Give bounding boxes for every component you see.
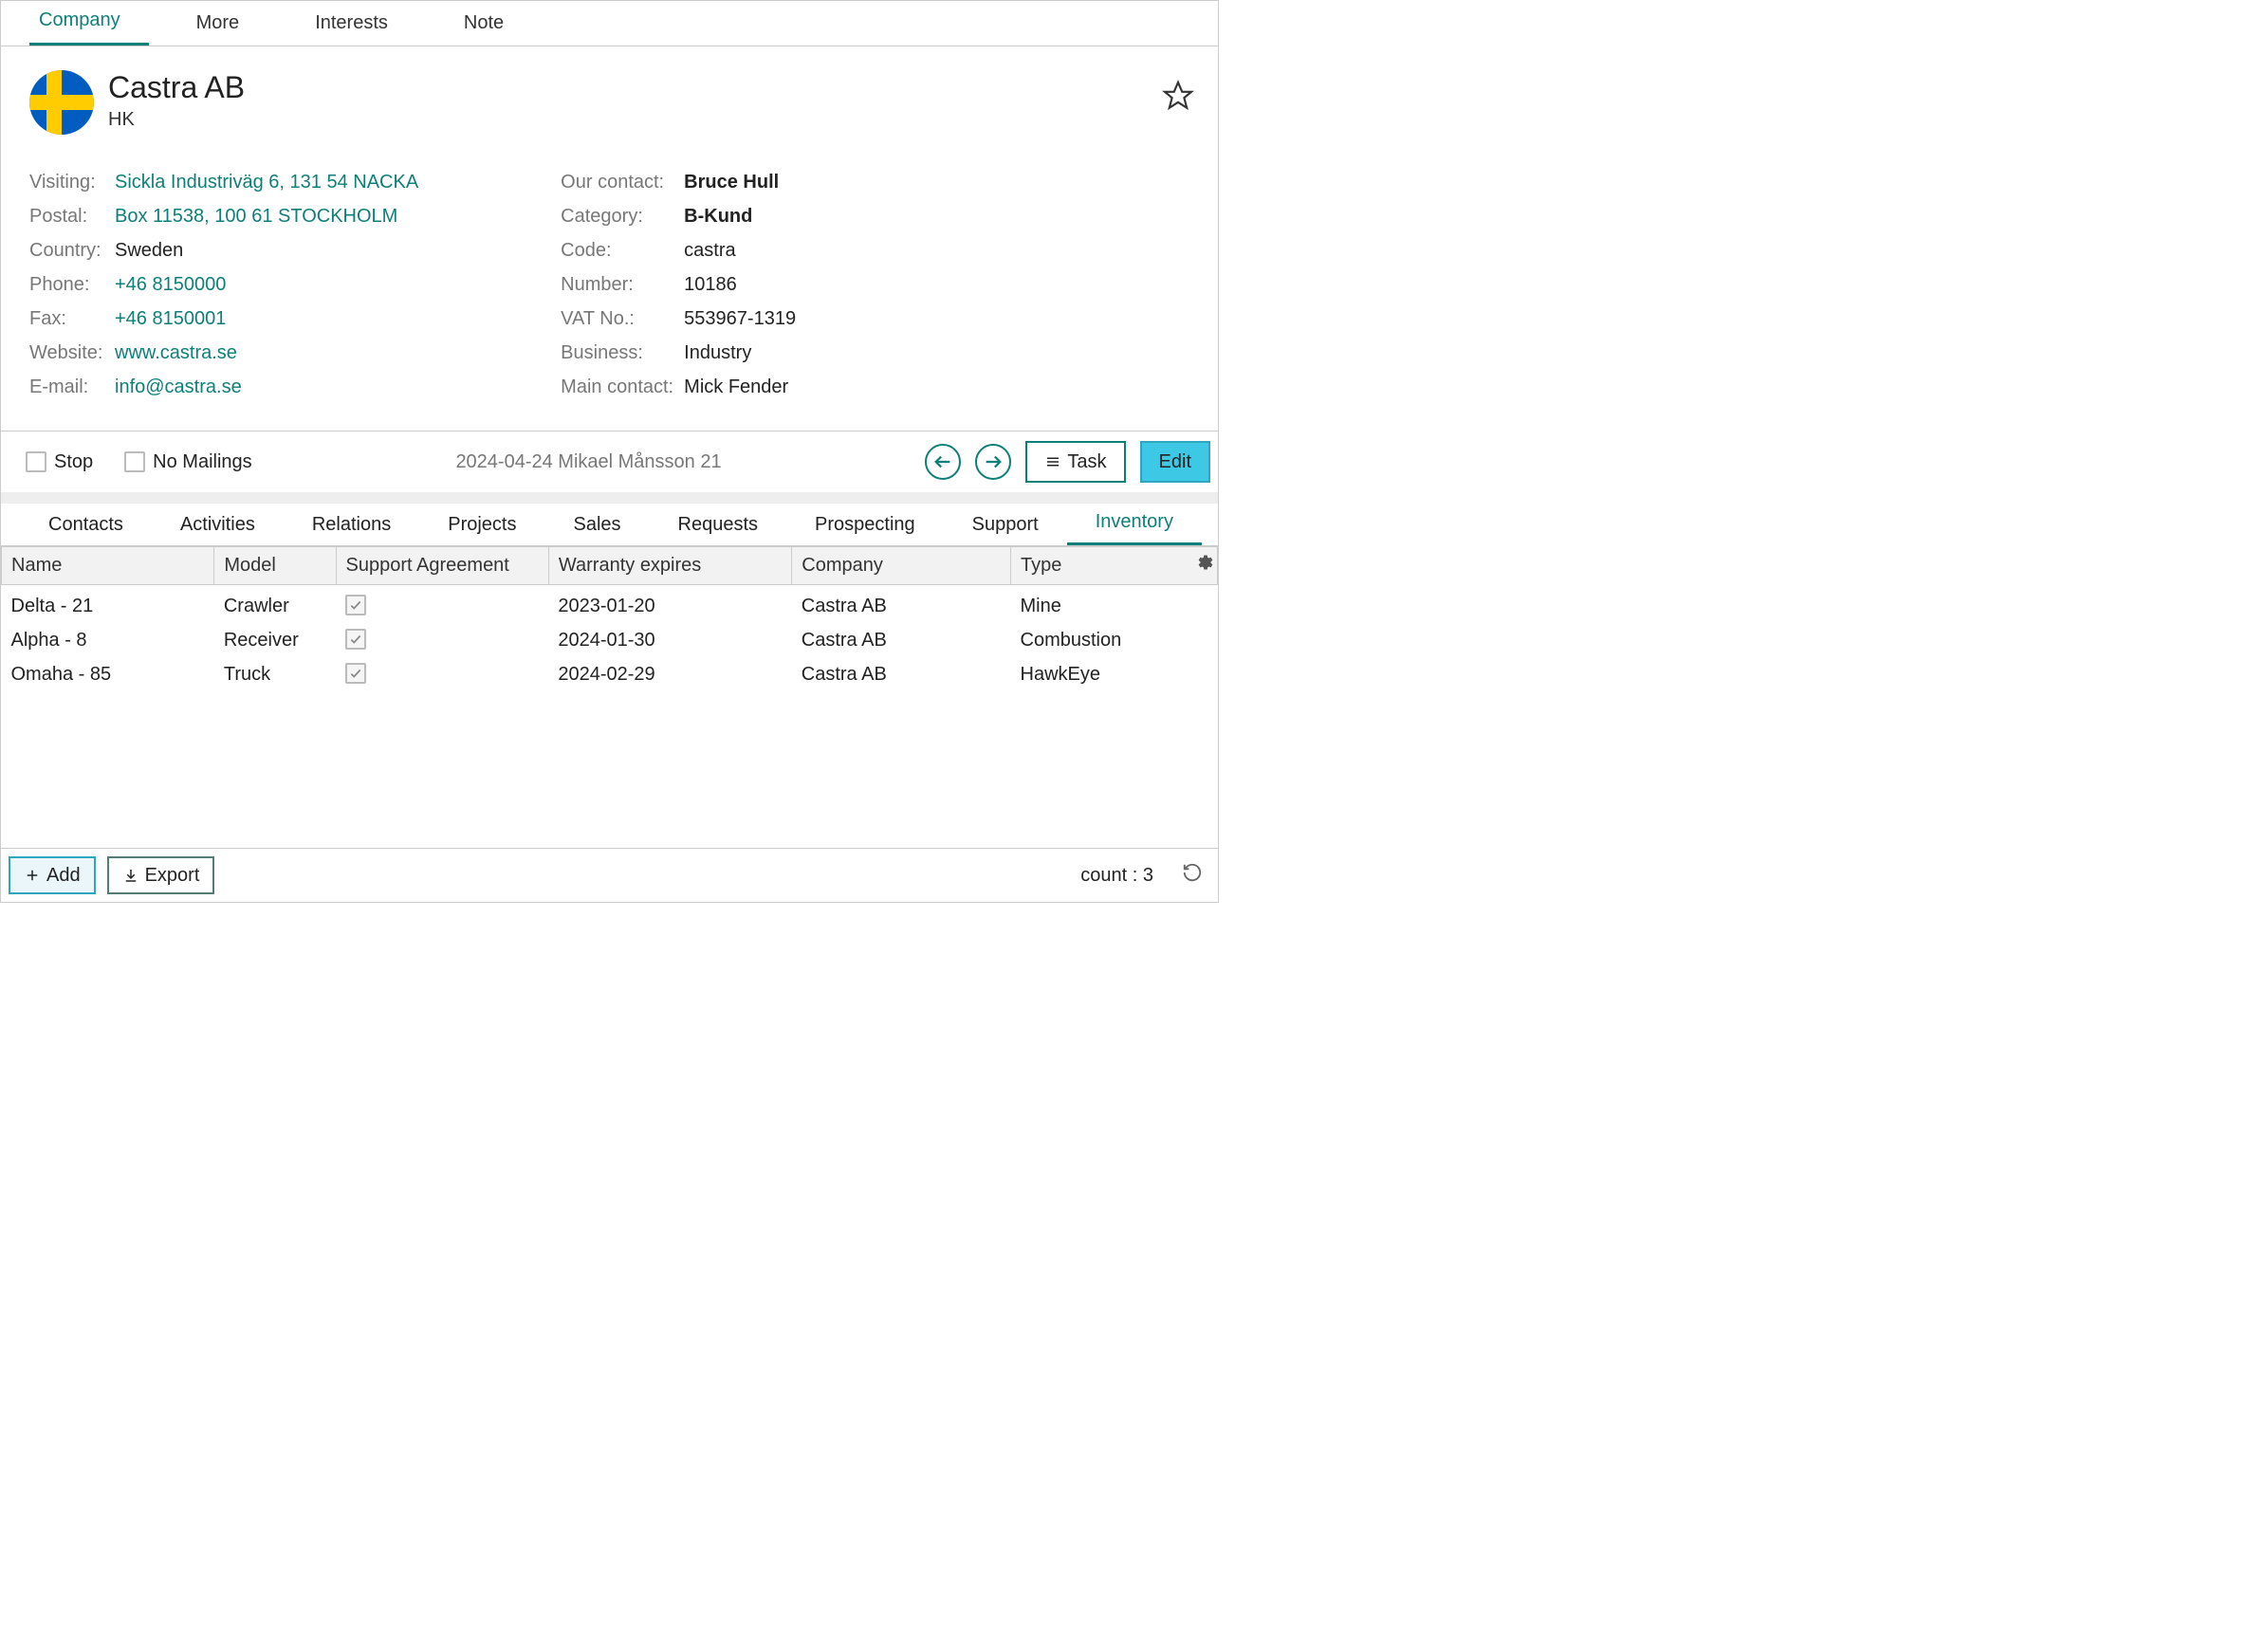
value-visiting[interactable]: Sickla Industriväg 6, 131 54 NACKA [115, 168, 418, 196]
value-phone[interactable]: +46 8150000 [115, 270, 226, 299]
no-mailings-checkbox[interactable] [124, 451, 145, 472]
label-our-contact: Our contact: [561, 168, 684, 196]
refresh-icon[interactable] [1182, 862, 1203, 889]
cell-model: Receiver [214, 623, 336, 657]
download-icon [122, 867, 139, 884]
value-our-contact: Bruce Hull [684, 168, 779, 196]
tab-company[interactable]: Company [29, 0, 149, 46]
tab-note[interactable]: Note [454, 1, 532, 46]
cell-type: HawkEye [1011, 657, 1218, 691]
add-button-label: Add [46, 865, 81, 887]
label-email: E-mail: [29, 373, 115, 401]
value-code: castra [684, 236, 735, 265]
company-subtitle: HK [108, 109, 245, 131]
no-mailings-label: No Mailings [153, 451, 251, 473]
prev-arrow-button[interactable] [925, 444, 961, 480]
value-category: B-Kund [684, 202, 752, 230]
col-company[interactable]: Company [792, 547, 1011, 585]
col-support[interactable]: Support Agreement [336, 547, 548, 585]
value-number: 10186 [684, 270, 737, 299]
cell-model: Crawler [214, 585, 336, 624]
edit-button[interactable]: Edit [1140, 441, 1210, 483]
label-fax: Fax: [29, 304, 115, 333]
cell-warranty: 2024-02-29 [548, 657, 791, 691]
tab-requests[interactable]: Requests [650, 505, 787, 545]
label-main-contact: Main contact: [561, 373, 684, 401]
cell-name: Omaha - 85 [2, 657, 214, 691]
value-country: Sweden [115, 236, 183, 265]
favorite-star-icon[interactable] [1162, 80, 1194, 118]
tab-relations[interactable]: Relations [284, 505, 419, 545]
tab-prospecting[interactable]: Prospecting [786, 505, 944, 545]
top-tabs: Company More Interests Note [1, 1, 1218, 46]
cell-name: Alpha - 8 [2, 623, 214, 657]
col-warranty[interactable]: Warranty expires [548, 547, 791, 585]
label-category: Category: [561, 202, 684, 230]
table-settings-gear-icon[interactable] [1197, 554, 1214, 577]
tab-activities[interactable]: Activities [152, 505, 284, 545]
next-arrow-button[interactable] [975, 444, 1011, 480]
plus-icon [24, 867, 41, 884]
tab-projects[interactable]: Projects [419, 505, 544, 545]
tab-interests[interactable]: Interests [305, 1, 416, 46]
support-checkbox[interactable] [345, 595, 366, 615]
cell-type: Combustion [1011, 623, 1218, 657]
tab-support[interactable]: Support [944, 505, 1067, 545]
value-business: Industry [684, 339, 751, 367]
label-country: Country: [29, 236, 115, 265]
value-fax[interactable]: +46 8150001 [115, 304, 226, 333]
cell-model: Truck [214, 657, 336, 691]
col-type[interactable]: Type [1011, 547, 1218, 585]
edit-button-label: Edit [1159, 451, 1191, 473]
inventory-table: Name Model Support Agreement Warranty ex… [1, 546, 1218, 691]
status-text: 2024-04-24 Mikael Månsson 21 [455, 451, 721, 473]
row-count: count : 3 [1080, 865, 1153, 887]
cell-type: Mine [1011, 585, 1218, 624]
value-main-contact: Mick Fender [684, 373, 788, 401]
label-number: Number: [561, 270, 684, 299]
value-postal[interactable]: Box 11538, 100 61 STOCKHOLM [115, 202, 397, 230]
export-button-label: Export [145, 865, 200, 887]
label-phone: Phone: [29, 270, 115, 299]
cell-name: Delta - 21 [2, 585, 214, 624]
tab-inventory[interactable]: Inventory [1067, 502, 1202, 545]
cell-warranty: 2023-01-20 [548, 585, 791, 624]
support-checkbox[interactable] [345, 663, 366, 684]
menu-icon [1044, 453, 1061, 470]
label-vat: VAT No.: [561, 304, 684, 333]
label-website: Website: [29, 339, 115, 367]
label-code: Code: [561, 236, 684, 265]
export-button[interactable]: Export [107, 856, 215, 894]
task-button-label: Task [1067, 451, 1106, 473]
tab-more[interactable]: More [187, 1, 268, 46]
add-button[interactable]: Add [9, 856, 96, 894]
cell-company: Castra AB [792, 585, 1011, 624]
value-email[interactable]: info@castra.se [115, 373, 242, 401]
lower-tabs: Contacts Activities Relations Projects S… [1, 504, 1218, 546]
cell-company: Castra AB [792, 657, 1011, 691]
company-name: Castra AB [108, 70, 245, 105]
table-row[interactable]: Omaha - 85 Truck 2024-02-29 Castra AB Ha… [2, 657, 1218, 691]
support-checkbox[interactable] [345, 629, 366, 650]
cell-company: Castra AB [792, 623, 1011, 657]
col-name[interactable]: Name [2, 547, 214, 585]
label-postal: Postal: [29, 202, 115, 230]
stop-checkbox[interactable] [26, 451, 46, 472]
tab-sales[interactable]: Sales [544, 505, 649, 545]
label-visiting: Visiting: [29, 168, 115, 196]
task-button[interactable]: Task [1025, 441, 1125, 483]
cell-warranty: 2024-01-30 [548, 623, 791, 657]
country-flag-icon [29, 70, 94, 135]
value-vat: 553967-1319 [684, 304, 796, 333]
table-row[interactable]: Delta - 21 Crawler 2023-01-20 Castra AB … [2, 585, 1218, 624]
tab-contacts[interactable]: Contacts [20, 505, 152, 545]
stop-label: Stop [54, 451, 93, 473]
label-business: Business: [561, 339, 684, 367]
value-website[interactable]: www.castra.se [115, 339, 237, 367]
table-row[interactable]: Alpha - 8 Receiver 2024-01-30 Castra AB … [2, 623, 1218, 657]
col-model[interactable]: Model [214, 547, 336, 585]
